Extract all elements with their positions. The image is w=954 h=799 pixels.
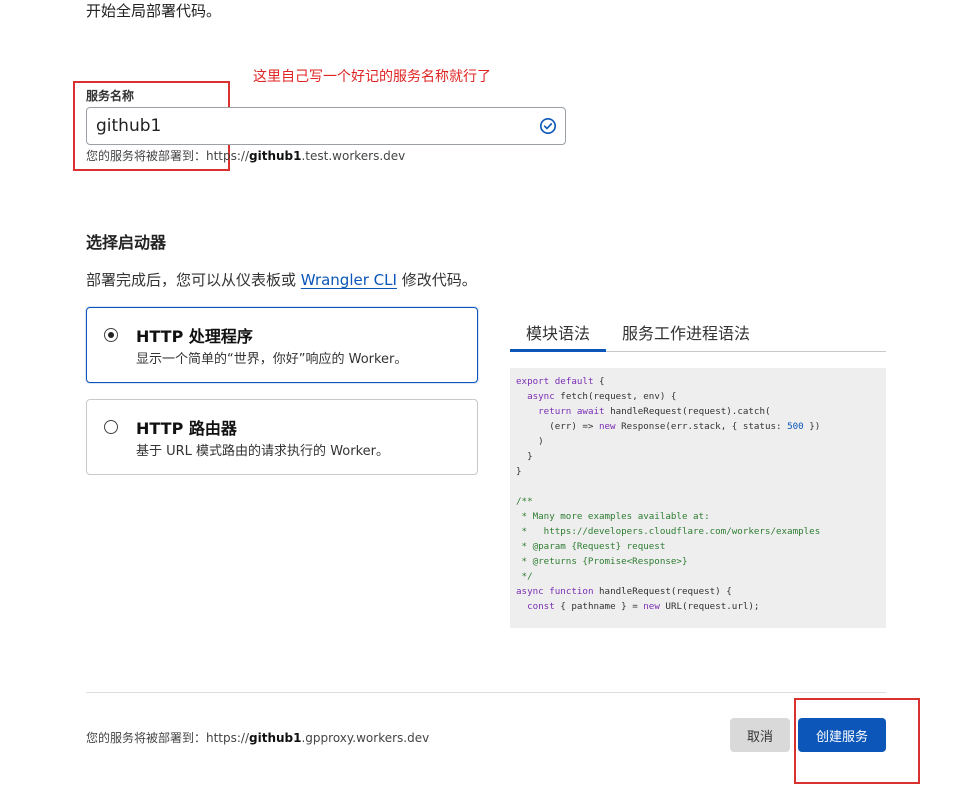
wrangler-cli-link[interactable]: Wrangler CLI — [301, 271, 397, 289]
code-line: const { pathname } = new URL(request.url… — [527, 601, 760, 612]
radio-http-router[interactable] — [104, 420, 118, 434]
deploy-url-hint: 您的服务将被部署到：https://github1.test.workers.d… — [86, 147, 405, 164]
hint-suffix: .test.workers.dev — [301, 149, 406, 163]
code-line: */ — [516, 571, 533, 582]
active-tab-indicator — [510, 349, 606, 352]
annotation-box-create — [794, 698, 920, 784]
code-line: /** — [516, 496, 533, 507]
footer-divider — [86, 692, 886, 693]
code-line: * @param {Request} request — [516, 541, 666, 552]
option-title: HTTP 路由器 — [136, 419, 237, 438]
code-line: ) — [516, 436, 544, 447]
code-line: async function handleRequest(request) { — [516, 586, 732, 597]
option-desc: 显示一个简单的“世界，你好”响应的 Worker。 — [136, 352, 408, 367]
code-line: } — [516, 466, 522, 477]
starter-title: 选择启动器 — [86, 233, 167, 252]
starter-desc-prefix: 部署完成后，您可以从仪表板或 — [86, 271, 301, 289]
starter-description: 部署完成后，您可以从仪表板或 Wrangler CLI 修改代码。 — [86, 269, 477, 290]
option-http-router[interactable]: HTTP 路由器 基于 URL 模式路由的请求执行的 Worker。 — [86, 399, 478, 475]
check-circle-icon — [540, 118, 556, 134]
code-line: } — [516, 451, 533, 462]
hint-prefix: 您的服务将被部署到：https:// — [86, 149, 250, 163]
footer-deploy-url-hint: 您的服务将被部署到：https://github1.gpproxy.worker… — [86, 729, 429, 746]
code-line: * Many more examples available at: — [516, 511, 710, 522]
tab-module-syntax[interactable]: 模块语法 — [526, 320, 590, 344]
option-http-handler[interactable]: HTTP 处理程序 显示一个简单的“世界，你好”响应的 Worker。 — [86, 307, 478, 383]
code-line: * @returns {Promise<Response>} — [516, 556, 688, 567]
code-preview: export default { async fetch(request, en… — [510, 368, 886, 628]
option-desc: 基于 URL 模式路由的请求执行的 Worker。 — [136, 444, 389, 459]
cancel-button[interactable]: 取消 — [730, 718, 790, 752]
code-block: export default { async fetch(request, en… — [516, 374, 880, 614]
code-line: * https://developers.cloudflare.com/work… — [516, 526, 821, 537]
code-line: async fetch(request, env) { — [527, 391, 677, 402]
service-name-label: 服务名称 — [86, 89, 135, 103]
radio-http-handler[interactable] — [104, 328, 118, 342]
hint-name: github1 — [249, 149, 302, 163]
footer-hint-suffix: .gpproxy.workers.dev — [301, 731, 430, 745]
intro-text: 开始全局部署代码。 — [86, 2, 222, 20]
code-line: export default { — [516, 376, 605, 387]
code-line: (err) => new Response(err.stack, { statu… — [516, 421, 821, 432]
footer-hint-name: github1 — [249, 731, 302, 745]
footer-hint-prefix: 您的服务将被部署到：https:// — [86, 731, 250, 745]
option-title: HTTP 处理程序 — [136, 327, 253, 346]
code-line: return await handleRequest(request).catc… — [538, 406, 771, 417]
annotation-note: 这里自己写一个好记的服务名称就行了 — [253, 69, 491, 85]
tab-service-worker-syntax[interactable]: 服务工作进程语法 — [622, 320, 750, 344]
service-name-input[interactable]: github1 — [86, 107, 566, 145]
starter-desc-suffix: 修改代码。 — [396, 271, 477, 289]
